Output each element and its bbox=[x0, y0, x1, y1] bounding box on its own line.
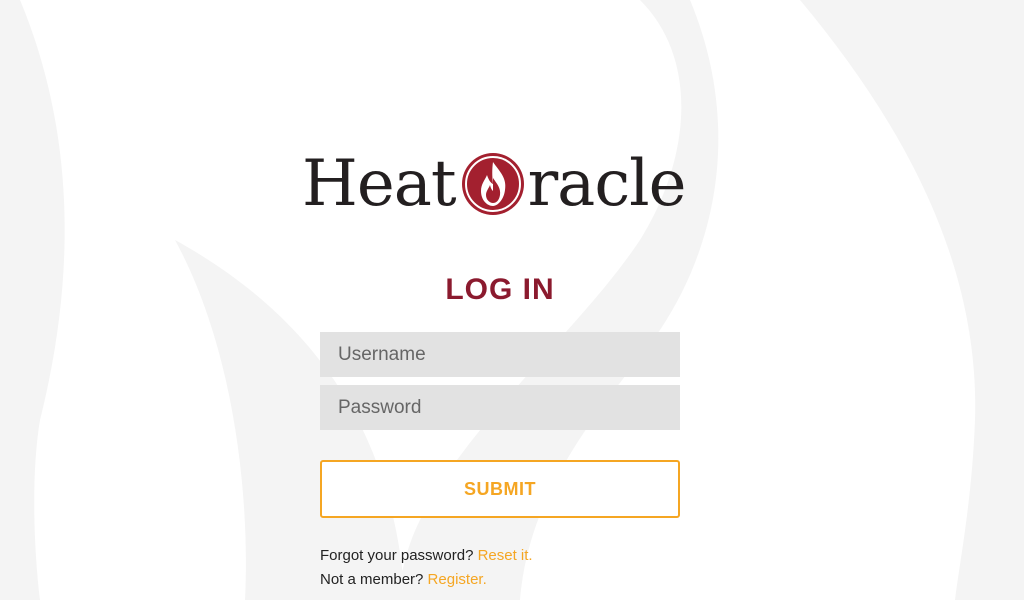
username-input[interactable] bbox=[320, 332, 680, 377]
flame-circle-icon bbox=[461, 153, 524, 215]
password-input[interactable] bbox=[320, 385, 680, 430]
logo-text-racle: racle bbox=[527, 147, 687, 221]
login-heading: LOG IN bbox=[445, 273, 555, 306]
register-line: Not a member? Register. bbox=[320, 568, 720, 592]
help-links: Forgot your password? Reset it. Not a me… bbox=[320, 544, 720, 592]
reset-password-link[interactable]: Reset it. bbox=[478, 547, 533, 564]
forgot-password-line: Forgot your password? Reset it. bbox=[320, 544, 720, 568]
brand-logo: Heat racle bbox=[302, 148, 702, 220]
register-link[interactable]: Register. bbox=[428, 571, 487, 588]
submit-button[interactable]: SUBMIT bbox=[320, 460, 680, 518]
not-member-text: Not a member? bbox=[320, 571, 428, 588]
forgot-password-text: Forgot your password? bbox=[320, 547, 478, 564]
logo-text-heat: Heat bbox=[302, 147, 457, 221]
